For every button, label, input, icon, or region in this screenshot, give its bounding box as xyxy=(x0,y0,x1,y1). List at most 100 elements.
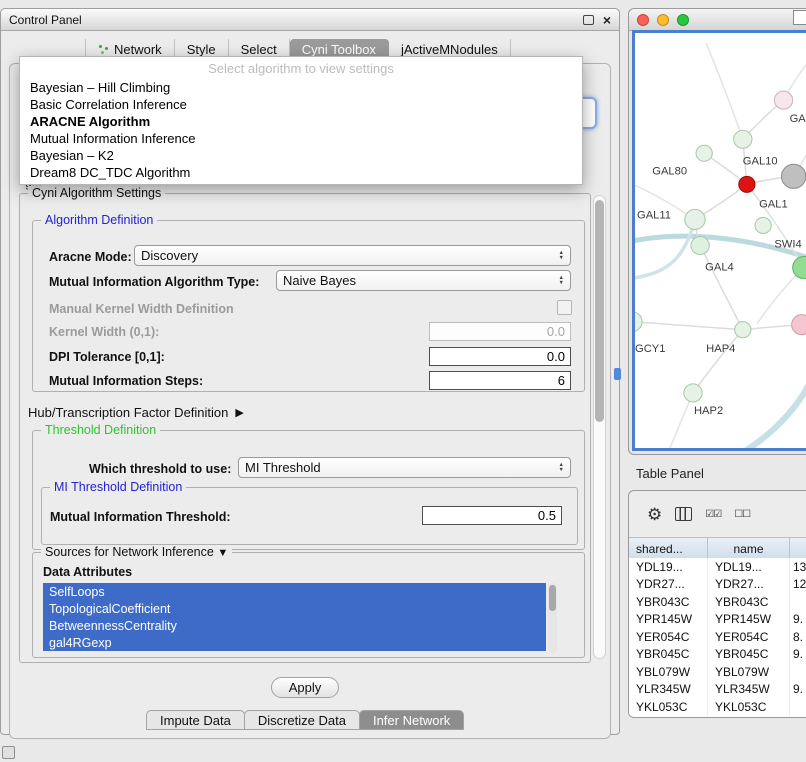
network-canvas[interactable]: GALGAL80GAL10GAL11GAL1SWI4GAL4GCY1HAP4YH… xyxy=(632,30,806,451)
network-node[interactable] xyxy=(781,164,805,188)
network-node[interactable] xyxy=(684,384,702,402)
network-node[interactable] xyxy=(696,145,712,161)
bottom-tab-impute-data[interactable]: Impute Data xyxy=(146,710,245,730)
mi-type-select[interactable]: Naive Bayes ▲▼ xyxy=(276,270,571,291)
table-column-header[interactable]: name xyxy=(708,538,790,559)
settings-scroll-thumb[interactable] xyxy=(595,200,604,422)
network-node[interactable] xyxy=(792,315,806,335)
close-traffic-light[interactable] xyxy=(637,14,649,26)
table-cell: YER054C xyxy=(708,628,790,646)
network-edge[interactable] xyxy=(635,219,695,278)
which-threshold-value: MI Threshold xyxy=(245,460,321,475)
table-row[interactable]: YBR045CYBR045C9. xyxy=(629,646,806,664)
zoom-traffic-light[interactable] xyxy=(677,14,689,26)
bottom-tab-infer-network[interactable]: Infer Network xyxy=(359,710,464,730)
algorithm-option[interactable]: Mutual Information Inference xyxy=(20,130,582,147)
columns-icon[interactable] xyxy=(675,507,692,521)
combo-arrows-icon: ▲▼ xyxy=(559,276,564,285)
table-row[interactable]: YDR27...YDR27...12 xyxy=(629,576,806,594)
network-edge[interactable] xyxy=(666,393,693,451)
table-row[interactable]: YLR345WYLR345W9. xyxy=(629,681,806,699)
node-label: GAL4 xyxy=(705,262,734,274)
attribute-item[interactable]: gal4RGexp xyxy=(43,634,546,651)
mi-threshold-input[interactable] xyxy=(422,506,562,525)
collapse-down-icon[interactable]: ▼ xyxy=(217,547,228,559)
gear-icon[interactable]: ⚙ xyxy=(647,506,662,523)
network-edge[interactable] xyxy=(706,43,743,139)
birdseye-toggle-icon[interactable] xyxy=(793,10,806,25)
algorithm-option[interactable]: Bayesian – Hill Climbing xyxy=(20,79,582,96)
which-threshold-select[interactable]: MI Threshold ▲▼ xyxy=(238,457,571,478)
table-cell xyxy=(790,593,806,611)
minimize-traffic-light[interactable] xyxy=(657,14,669,26)
settings-scrollbar[interactable] xyxy=(593,195,606,659)
table-row[interactable]: YPR145WYPR145W9. xyxy=(629,611,806,629)
network-node[interactable] xyxy=(685,209,705,229)
network-graph: GALGAL80GAL10GAL11GAL1SWI4GAL4GCY1HAP4YH… xyxy=(635,33,806,451)
algorithm-option[interactable]: Bayesian – K2 xyxy=(20,147,582,164)
table-cell: 9. xyxy=(790,681,806,699)
kernel-width-input[interactable] xyxy=(429,322,571,341)
control-panel-titlebar[interactable]: Control Panel × xyxy=(1,9,619,31)
network-edge[interactable] xyxy=(700,246,743,330)
table-cell: YPR145W xyxy=(629,611,708,629)
table-panel-label: Table Panel xyxy=(636,466,704,481)
table-cell: 9. xyxy=(790,611,806,629)
table-row[interactable]: YBL079WYBL079W xyxy=(629,663,806,681)
deselect-all-checkboxes-icon[interactable]: ☐☐ xyxy=(734,509,750,520)
mi-threshold-label: Mutual Information Threshold: xyxy=(50,510,231,524)
network-node[interactable] xyxy=(691,236,709,254)
table-row[interactable]: YDL19...YDL19...13 xyxy=(629,558,806,576)
attribute-item[interactable]: TopologicalCoefficient xyxy=(43,600,546,617)
collapsed-panel-icon[interactable] xyxy=(2,746,15,759)
table-row[interactable]: YER054CYER054C8. xyxy=(629,628,806,646)
close-icon[interactable]: × xyxy=(603,15,611,25)
splitpane-handle[interactable] xyxy=(614,368,621,380)
attribute-item[interactable]: SelfLoops xyxy=(43,583,546,600)
manual-kernel-checkbox[interactable] xyxy=(557,300,572,315)
attribute-scroll-thumb[interactable] xyxy=(549,585,556,611)
table-cell: 13 xyxy=(790,558,806,576)
bottom-tab-discretize-data[interactable]: Discretize Data xyxy=(244,710,360,730)
table-row[interactable]: YKL053CYKL053C xyxy=(629,698,806,716)
network-edge[interactable] xyxy=(635,322,743,330)
threshold-definition-title: Threshold Definition xyxy=(41,423,160,437)
hub-definition-toggle[interactable]: Hub/Transcription Factor Definition ▶ xyxy=(28,405,244,420)
algorithm-option[interactable]: Basic Correlation Inference xyxy=(20,96,582,113)
network-node[interactable] xyxy=(755,217,771,233)
attribute-list-scrollbar[interactable] xyxy=(548,583,557,653)
table-cell: YDL19... xyxy=(708,558,790,576)
network-edge[interactable] xyxy=(693,330,743,393)
select-all-checkboxes-icon[interactable]: ☑☑ xyxy=(705,509,721,520)
table-row[interactable]: YBR043CYBR043C xyxy=(629,593,806,611)
network-node[interactable] xyxy=(734,130,752,148)
dpi-tolerance-input[interactable] xyxy=(429,347,571,366)
network-window-titlebar[interactable] xyxy=(629,9,806,31)
table-cell: YER054C xyxy=(629,628,708,646)
algorithm-popup-placeholder: Select algorithm to view settings xyxy=(20,57,582,79)
network-node[interactable] xyxy=(793,257,806,279)
table-column-header[interactable] xyxy=(790,538,806,559)
network-edge[interactable] xyxy=(732,364,806,451)
table-column-header[interactable]: shared... xyxy=(629,538,708,559)
algorithm-option[interactable]: ARACNE Algorithm xyxy=(20,113,582,130)
restore-icon[interactable] xyxy=(583,15,594,25)
network-node[interactable] xyxy=(739,176,755,192)
manual-kernel-label: Manual Kernel Width Definition xyxy=(49,302,234,316)
attribute-item[interactable]: BetweennessCentrality xyxy=(43,617,546,634)
algorithm-option[interactable]: Dream8 DC_TDC Algorithm xyxy=(20,164,582,181)
node-label: GAL80 xyxy=(652,165,687,177)
network-node[interactable] xyxy=(774,91,792,109)
network-node[interactable] xyxy=(735,322,751,338)
attribute-list[interactable]: SelfLoopsTopologicalCoefficientBetweenne… xyxy=(43,583,546,651)
expand-right-icon[interactable]: ▶ xyxy=(235,406,243,419)
apply-button[interactable]: Apply xyxy=(271,677,339,698)
aracne-mode-select[interactable]: Discovery ▲▼ xyxy=(134,245,571,266)
algorithm-popup: Select algorithm to view settings Bayesi… xyxy=(19,56,583,185)
mi-type-value: Naive Bayes xyxy=(283,273,356,288)
network-node[interactable] xyxy=(635,312,642,332)
mi-steps-input[interactable] xyxy=(429,371,571,390)
node-label: GAL10 xyxy=(743,155,778,167)
data-attributes-label: Data Attributes xyxy=(43,565,132,579)
bottom-tabs: Impute DataDiscretize DataInfer Network xyxy=(146,710,463,730)
